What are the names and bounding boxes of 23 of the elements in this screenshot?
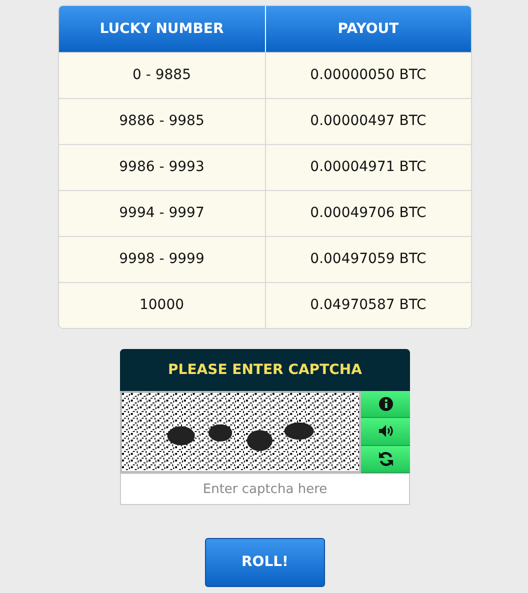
table-cell: 0.00000497 BTC [264,98,471,144]
column-header: PAYOUT [264,6,471,52]
table-cell: 0.04970587 BTC [264,282,471,328]
roll-button[interactable]: ROLL! [205,538,325,587]
table-cell: 0.00049706 BTC [264,190,471,236]
refresh-button[interactable] [361,446,410,473]
speaker-icon [378,423,394,440]
table-cell: 0.00004971 BTC [264,144,471,190]
table-cell: 9886 - 9985 [59,98,264,144]
captcha-input[interactable]: Enter captcha here [120,473,410,505]
table-cell: 0 - 9885 [59,52,264,98]
info-button[interactable] [361,391,410,418]
table-cell: 0.00000050 BTC [264,52,471,98]
column-header: LUCKY NUMBER [59,6,264,52]
table-cell: 9998 - 9999 [59,236,264,282]
audio-button[interactable] [361,418,410,446]
table-cell: 0.00497059 BTC [264,236,471,282]
table-cell: 9994 - 9997 [59,190,264,236]
table-cell: 10000 [59,282,264,328]
captcha-title: PLEASE ENTER CAPTCHA [120,349,410,391]
info-icon [378,396,394,412]
refresh-icon [378,450,394,467]
table-cell: 9986 - 9993 [59,144,264,190]
